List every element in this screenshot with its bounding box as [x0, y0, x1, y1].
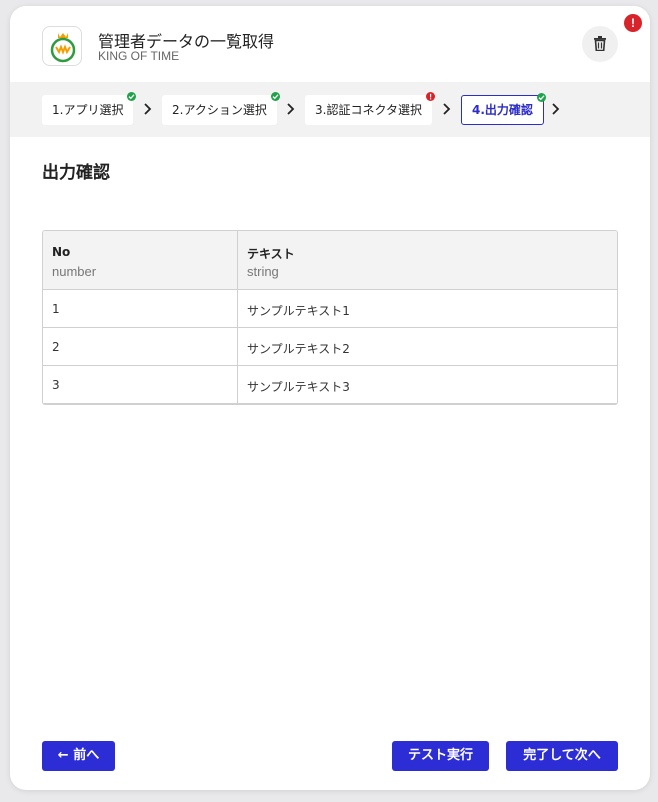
chevron-right-icon: [443, 103, 451, 115]
section-title: 出力確認: [42, 163, 110, 183]
column-header-text: テキスト: [247, 247, 295, 261]
check-icon: [272, 94, 279, 100]
complete-next-button[interactable]: 完了して次へ: [506, 741, 618, 771]
table-cell: 3: [52, 378, 60, 392]
table-row: 3 サンプルテキスト3: [43, 366, 617, 404]
table-cell: サンプルテキスト3: [247, 380, 350, 394]
column-header-no: No: [52, 245, 71, 259]
table-row: 1 サンプルテキスト1: [43, 290, 617, 328]
king-of-time-logo-icon: [50, 33, 76, 63]
check-icon: [129, 94, 135, 100]
step-action-select[interactable]: 2.アクション選択: [162, 92, 280, 125]
step-navigation: 1.アプリ選択 2.アクション選択 3.認証コネクタ選択 4.出力確認: [10, 82, 650, 137]
step-status-ok: [270, 92, 280, 101]
table-cell: サンプルテキスト2: [247, 342, 350, 356]
column-type-no: number: [52, 264, 97, 279]
app-logo: [42, 26, 82, 66]
dialog-card: 管理者データの一覧取得 KING OF TIME 1.アプリ選択 2.アクション…: [10, 6, 650, 790]
test-run-button[interactable]: テスト実行: [392, 741, 489, 771]
column-divider: [237, 231, 238, 404]
step-label: 4.出力確認: [472, 103, 533, 117]
column-type-text: string: [247, 264, 279, 279]
step-app-select[interactable]: 1.アプリ選択: [42, 92, 137, 125]
error-alert-badge[interactable]: !: [624, 14, 642, 32]
table-cell: 2: [52, 340, 60, 354]
chevron-right-icon: [287, 103, 295, 115]
step-connector-select[interactable]: 3.認証コネクタ選択: [305, 92, 435, 125]
exclamation-icon: [429, 93, 432, 100]
app-name: KING OF TIME: [98, 49, 180, 63]
step-status-error: [425, 92, 435, 101]
chevron-right-icon: [552, 103, 560, 115]
table-row: 2 サンプルテキスト2: [43, 328, 617, 366]
table-header: No number テキスト string: [43, 231, 617, 290]
step-label: 2.アクション選択: [172, 103, 267, 117]
delete-button[interactable]: [582, 26, 618, 62]
step-status-ok: [127, 92, 137, 101]
output-table: No number テキスト string 1 サンプルテキスト1 2 サンプル…: [42, 230, 618, 405]
header: 管理者データの一覧取得 KING OF TIME: [10, 6, 650, 82]
chevron-right-icon: [144, 103, 152, 115]
step-status-ok: [536, 93, 546, 102]
step-label: 1.アプリ選択: [52, 103, 124, 117]
check-icon: [538, 95, 545, 101]
table-cell: サンプルテキスト1: [247, 304, 350, 318]
step-label: 3.認証コネクタ選択: [315, 103, 422, 117]
table-cell: 1: [52, 302, 60, 316]
trash-icon: [594, 36, 606, 51]
back-button[interactable]: ← 前へ: [42, 741, 115, 771]
step-output-confirm[interactable]: 4.出力確認: [461, 93, 546, 125]
